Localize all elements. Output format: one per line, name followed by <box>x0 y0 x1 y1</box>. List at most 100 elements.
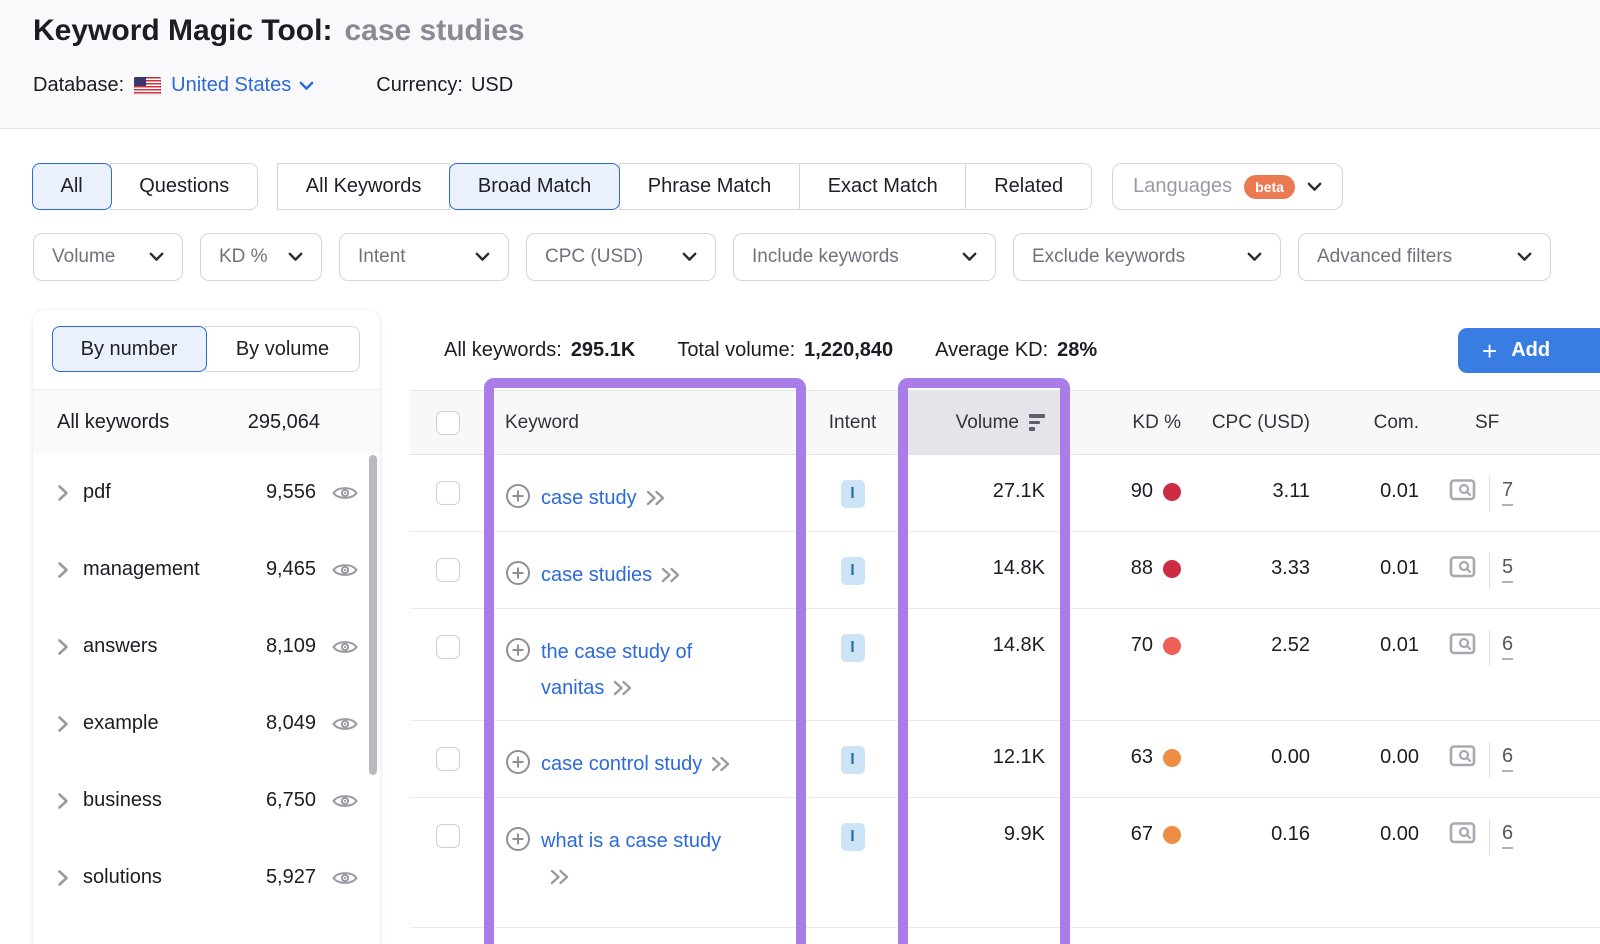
match-tab[interactable]: Questions <box>110 163 258 210</box>
keyword-link[interactable]: case studies <box>541 564 652 586</box>
eye-icon[interactable] <box>332 561 358 579</box>
expand-keyword-icon[interactable] <box>710 748 732 784</box>
filter-dropdown[interactable]: Exclude keywords <box>1013 233 1281 281</box>
all-keywords-row[interactable]: All keywords 295,064 <box>33 390 380 454</box>
sort-toggle-option[interactable]: By number <box>52 326 207 372</box>
database-value: United States <box>171 74 291 97</box>
kd-value: 70 <box>1131 634 1153 657</box>
eye-icon[interactable] <box>332 715 358 733</box>
filter-dropdown[interactable]: CPC (USD) <box>526 233 716 281</box>
group-count: 6,750 <box>266 789 316 812</box>
column-header-cpc[interactable]: CPC (USD) <box>1195 391 1325 454</box>
com-cell: 0.01 <box>1325 532 1425 608</box>
match-tab[interactable]: Related <box>965 163 1092 210</box>
question-filter-group: All Questions <box>33 163 258 210</box>
languages-dropdown[interactable]: Languages beta <box>1112 163 1343 210</box>
tool-title: Keyword Magic Tool: <box>33 14 332 48</box>
keyword-group-item[interactable]: management 9,465 <box>33 531 380 608</box>
intent-badge[interactable]: I <box>841 634 865 662</box>
intent-badge[interactable]: I <box>841 746 865 774</box>
filter-dropdown[interactable]: Volume <box>33 233 183 281</box>
serp-features-icon[interactable] <box>1449 478 1477 508</box>
serp-features-icon[interactable] <box>1449 821 1477 851</box>
filter-dropdown[interactable]: Advanced filters <box>1298 233 1551 281</box>
com-cell: 0.01 <box>1325 609 1425 720</box>
filter-dropdown[interactable]: Intent <box>339 233 509 281</box>
expand-keyword-icon[interactable] <box>612 672 634 708</box>
add-button[interactable]: + Add <box>1458 328 1600 373</box>
add-to-list-icon[interactable] <box>505 637 531 669</box>
eye-icon[interactable] <box>332 792 358 810</box>
keyword-group-item[interactable]: pdf 9,556 <box>33 454 380 531</box>
kd-difficulty-dot <box>1163 637 1181 655</box>
match-tab[interactable]: All <box>32 163 112 210</box>
add-to-list-icon[interactable] <box>505 826 531 858</box>
row-checkbox[interactable] <box>436 635 460 659</box>
database-selector[interactable]: United States <box>171 74 314 97</box>
serp-features-count-link[interactable]: 6 <box>1502 821 1513 849</box>
sidebar-scrollbar[interactable] <box>369 455 377 775</box>
eye-icon[interactable] <box>332 484 358 502</box>
match-type-group: All Keywords Broad Match Phrase Match Ex… <box>278 163 1092 210</box>
expand-keyword-icon[interactable] <box>660 559 682 595</box>
keyword-group-item[interactable]: example 8,049 <box>33 685 380 762</box>
serp-features-count-link[interactable]: 5 <box>1502 555 1513 583</box>
filter-dropdown[interactable]: KD % <box>200 233 322 281</box>
match-tab[interactable]: All Keywords <box>277 163 451 210</box>
eye-icon[interactable] <box>332 869 358 887</box>
serp-features-count-link[interactable]: 7 <box>1502 478 1513 506</box>
keyword-link[interactable]: what is a case study <box>541 830 721 852</box>
filter-dropdown[interactable]: Include keywords <box>733 233 996 281</box>
column-header-kd[interactable]: KD % <box>1070 391 1195 454</box>
match-tab[interactable]: Phrase Match <box>619 163 800 210</box>
divider <box>1489 553 1490 589</box>
column-header-sf[interactable]: SF <box>1425 391 1600 454</box>
serp-features-icon[interactable] <box>1449 555 1477 585</box>
add-to-list-icon[interactable] <box>505 483 531 515</box>
stat-total-volume-value: 1,220,840 <box>804 339 893 362</box>
column-header-volume[interactable]: Volume <box>900 391 1070 454</box>
match-tab[interactable]: Broad Match <box>449 163 620 210</box>
expand-keyword-icon[interactable] <box>549 861 571 897</box>
serp-features-count-link[interactable]: 6 <box>1502 744 1513 772</box>
chevron-right-icon[interactable] <box>57 792 69 810</box>
languages-label: Languages <box>1133 175 1232 198</box>
row-checkbox[interactable] <box>436 824 460 848</box>
keyword-group-item[interactable]: solutions 5,927 <box>33 839 380 916</box>
select-all-checkbox[interactable] <box>436 411 460 435</box>
column-header-keyword[interactable]: Keyword <box>485 391 805 454</box>
chevron-right-icon[interactable] <box>57 638 69 656</box>
row-checkbox[interactable] <box>436 558 460 582</box>
chevron-right-icon[interactable] <box>57 715 69 733</box>
divider <box>1489 476 1490 512</box>
intent-badge[interactable]: I <box>841 823 865 851</box>
stat-all-keywords-label: All keywords: <box>444 339 562 362</box>
row-checkbox[interactable] <box>436 747 460 771</box>
serp-features-count-link[interactable]: 6 <box>1502 632 1513 660</box>
chevron-right-icon[interactable] <box>57 561 69 579</box>
page-title: Keyword Magic Tool: case studies <box>33 14 525 48</box>
sort-toggle-option[interactable]: By volume <box>205 326 360 372</box>
results-panel: All keywords:295.1K Total volume:1,220,8… <box>410 310 1600 944</box>
group-count: 5,927 <box>266 866 316 889</box>
keyword-group-item[interactable]: business 6,750 <box>33 762 380 839</box>
group-count: 8,049 <box>266 712 316 735</box>
column-header-intent[interactable]: Intent <box>805 391 900 454</box>
stat-average-kd-value: 28% <box>1057 339 1097 362</box>
eye-icon[interactable] <box>332 638 358 656</box>
keyword-group-item[interactable]: answers 8,109 <box>33 608 380 685</box>
match-tab[interactable]: Exact Match <box>799 163 967 210</box>
add-to-list-icon[interactable] <box>505 560 531 592</box>
serp-features-icon[interactable] <box>1449 632 1477 662</box>
serp-features-icon[interactable] <box>1449 744 1477 774</box>
keyword-link[interactable]: case study <box>541 487 637 509</box>
keyword-link[interactable]: case control study <box>541 753 702 775</box>
column-header-com[interactable]: Com. <box>1325 391 1425 454</box>
intent-badge[interactable]: I <box>841 480 865 508</box>
add-to-list-icon[interactable] <box>505 749 531 781</box>
expand-keyword-icon[interactable] <box>645 482 667 518</box>
row-checkbox[interactable] <box>436 481 460 505</box>
chevron-right-icon[interactable] <box>57 484 69 502</box>
chevron-right-icon[interactable] <box>57 869 69 887</box>
intent-badge[interactable]: I <box>841 557 865 585</box>
